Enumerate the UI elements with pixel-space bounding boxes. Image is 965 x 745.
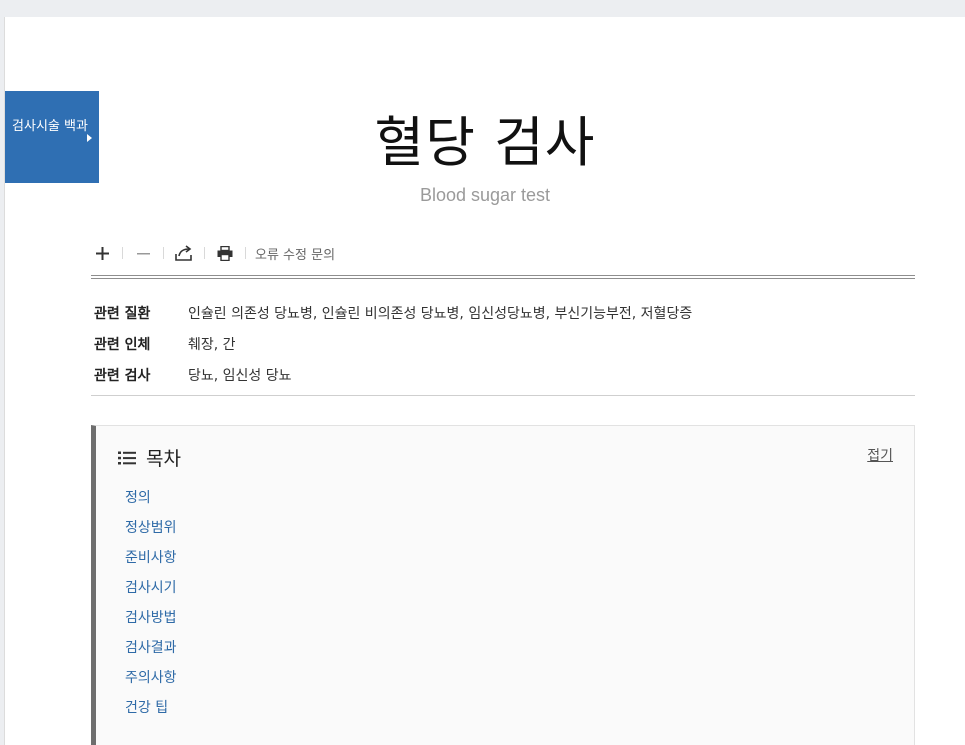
print-button[interactable] — [214, 242, 236, 264]
related-tests-value: 당뇨, 임신성 당뇨 — [188, 367, 292, 384]
toc-header: 목차 — [118, 444, 181, 471]
related-tests-label: 관련 검사 — [94, 367, 151, 384]
page-subtitle: Blood sugar test — [419, 185, 551, 205]
zoom-in-button[interactable] — [91, 242, 113, 264]
toolbar-divider — [245, 247, 246, 259]
article-toolbar: 오류 수정 문의 — [91, 242, 335, 264]
related-diseases-label: 관련 질환 — [94, 305, 151, 322]
article-page: 검사시술 백과 혈당 검사 Blood sugar test 오류 수정 문의 … — [4, 17, 965, 745]
related-diseases-value: 인슐린 의존성 당뇨병, 인슐린 비의존성 당뇨병, 임신성당뇨병, 부신기능부… — [188, 305, 693, 322]
toc-item-method[interactable]: 검사방법 — [125, 607, 177, 637]
related-diseases-row: 관련 질환 인슐린 의존성 당뇨병, 인슐린 비의존성 당뇨병, 임신성당뇨병,… — [94, 297, 915, 328]
plus-icon — [95, 246, 109, 260]
toolbar-divider — [163, 247, 164, 259]
share-button[interactable] — [173, 242, 195, 264]
list-icon — [118, 451, 136, 464]
toolbar-divider — [204, 247, 205, 259]
zoom-out-button[interactable] — [132, 242, 154, 264]
related-body-row: 관련 인체 췌장, 간 — [94, 328, 915, 359]
toc-title: 목차 — [146, 448, 181, 470]
toc-item-precautions[interactable]: 주의사항 — [125, 667, 177, 697]
related-info-table: 관련 질환 인슐린 의존성 당뇨병, 인슐린 비의존성 당뇨병, 임신성당뇨병,… — [94, 297, 915, 390]
toc-item-health-tips[interactable]: 건강 팁 — [125, 697, 177, 727]
related-body-label: 관련 인체 — [94, 336, 151, 353]
header-divider — [91, 275, 915, 279]
toc-item-results[interactable]: 검사결과 — [125, 637, 177, 667]
page-title: 혈당 검사 — [374, 111, 596, 174]
toc-item-normal-range[interactable]: 정상범위 — [125, 517, 177, 547]
toc-collapse-link[interactable]: 접기 — [867, 445, 893, 465]
toc-list: 정의 정상범위 준비사항 검사시기 검사방법 검사결과 주의사항 건강 팁 — [125, 487, 177, 727]
share-icon — [175, 245, 192, 261]
table-of-contents: 목차 접기 정의 정상범위 준비사항 검사시기 검사방법 검사결과 주의사항 건… — [91, 425, 915, 745]
toc-item-timing[interactable]: 검사시기 — [125, 577, 177, 607]
toc-item-preparation[interactable]: 준비사항 — [125, 547, 177, 577]
meta-divider — [91, 395, 915, 396]
print-icon — [217, 245, 233, 261]
toolbar-divider — [122, 247, 123, 259]
minus-icon — [136, 252, 150, 254]
toc-item-definition[interactable]: 정의 — [125, 487, 177, 517]
related-tests-row: 관련 검사 당뇨, 임신성 당뇨 — [94, 359, 915, 390]
related-body-value: 췌장, 간 — [188, 336, 236, 353]
report-error-link[interactable]: 오류 수정 문의 — [255, 244, 335, 263]
